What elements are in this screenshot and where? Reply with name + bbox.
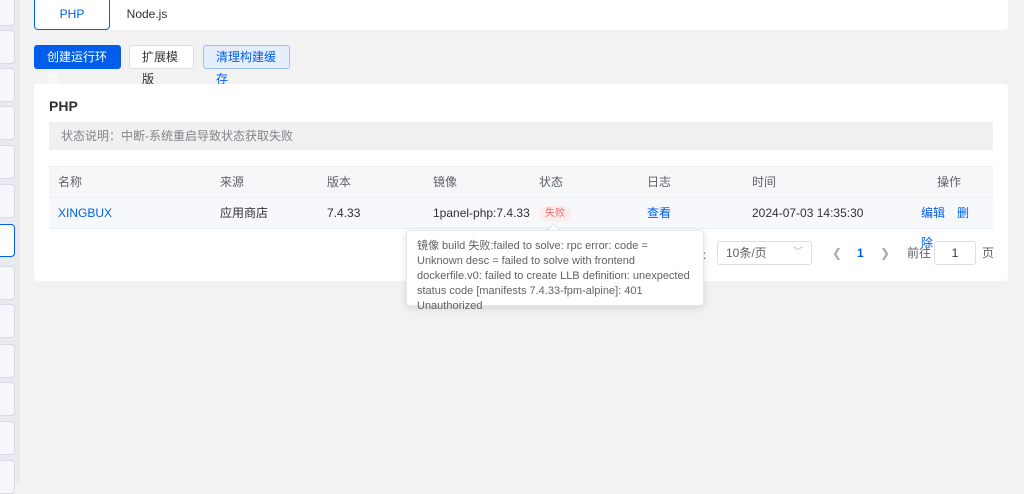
chevron-down-icon: ﹀ <box>793 247 803 258</box>
current-page-number[interactable]: 1 <box>857 241 864 265</box>
sidebar-item[interactable] <box>0 30 15 64</box>
header-operations: 操作 <box>937 175 962 189</box>
header-version: 版本 <box>327 175 352 189</box>
sidebar-item[interactable] <box>0 106 15 140</box>
goto-suffix: 页 <box>982 246 995 260</box>
tab-php[interactable]: PHP <box>34 0 110 30</box>
table-row: XINGBUX 应用商店 7.4.33 1panel-php:7.4.33 失败… <box>49 198 993 250</box>
header-log: 日志 <box>647 175 672 189</box>
tab-nodejs[interactable]: Node.js <box>122 0 172 30</box>
runtime-name-link[interactable]: XINGBUX <box>58 198 112 228</box>
header-source: 来源 <box>220 175 245 189</box>
sidebar-item[interactable] <box>0 184 15 218</box>
page-size-value: 10条/页 <box>726 246 767 260</box>
status-note: 状态说明：中断-系统重启导致状态获取失败 <box>49 122 993 150</box>
runtime-table: 名称 来源 版本 镜像 状态 日志 时间 操作 XINGBUX 应用商店 7.4… <box>49 166 993 250</box>
view-log-link[interactable]: 查看 <box>647 198 671 228</box>
extension-template-button[interactable]: 扩展模版 <box>129 45 194 86</box>
goto-label: 前往 <box>907 246 932 260</box>
next-page-icon[interactable]: ❯ <box>880 241 890 265</box>
sidebar-item[interactable] <box>0 68 15 102</box>
page-size-select[interactable]: 10条/页 ﹀ <box>717 241 812 265</box>
sidebar <box>0 0 20 494</box>
header-time: 时间 <box>752 175 777 189</box>
runtime-tabs: PHP Node.js <box>34 0 1008 30</box>
runtime-image: 1panel-php:7.4.33 <box>433 206 530 220</box>
error-tooltip: 镜像 build 失败:failed to solve: rpc error: … <box>406 230 704 312</box>
sidebar-item-active[interactable] <box>0 224 15 257</box>
table-header: 名称 来源 版本 镜像 状态 日志 时间 操作 <box>49 166 993 198</box>
sidebar-item[interactable] <box>0 0 15 26</box>
sidebar-item[interactable] <box>0 266 15 300</box>
header-name: 名称 <box>58 175 83 189</box>
runtime-version: 7.4.33 <box>327 206 361 220</box>
sidebar-item[interactable] <box>0 421 15 455</box>
sidebar-item[interactable] <box>0 382 15 416</box>
sidebar-item[interactable] <box>0 460 15 494</box>
header-status: 状态 <box>539 175 564 189</box>
goto-page-input[interactable]: 1 <box>934 241 976 265</box>
prev-page-icon[interactable]: ❮ <box>832 241 842 265</box>
sidebar-item[interactable] <box>0 304 15 338</box>
status-badge[interactable]: 失败 <box>539 205 571 222</box>
sidebar-item[interactable] <box>0 145 15 179</box>
runtime-source: 应用商店 <box>220 206 269 220</box>
card-title: PHP <box>49 98 78 114</box>
create-runtime-button[interactable]: 创建运行环境 <box>34 45 121 86</box>
edit-link[interactable]: 编辑 <box>921 206 945 220</box>
status-cell: 失败 <box>539 198 571 228</box>
clear-build-cache-button[interactable]: 清理构建缓存 <box>203 45 290 86</box>
runtime-time: 2024-07-03 14:35:30 <box>752 206 864 220</box>
sidebar-item[interactable] <box>0 344 15 378</box>
header-image: 镜像 <box>433 175 458 189</box>
operations-cell: 编辑 删除 <box>921 198 993 250</box>
